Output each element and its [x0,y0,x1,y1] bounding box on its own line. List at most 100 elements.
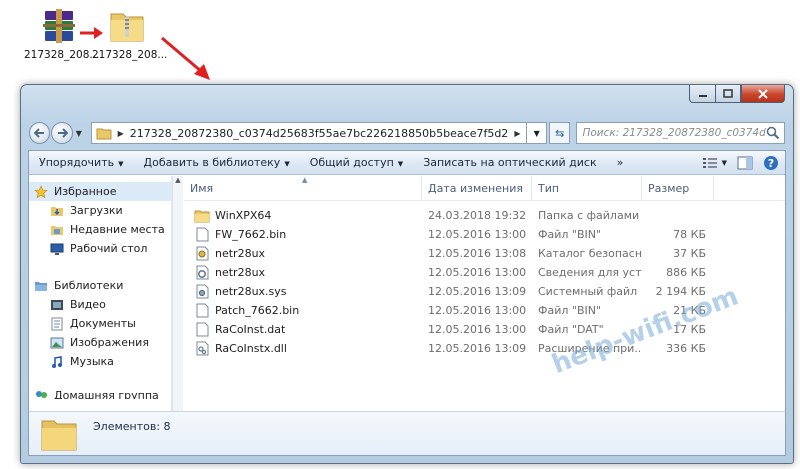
details-pane: Элементов: 8 [29,411,785,455]
folder-icon [194,208,210,223]
documents-icon [49,317,65,331]
chevron-down-icon: ▼ [721,158,727,167]
security-catalog-icon [194,246,210,261]
desktop-icon-folder[interactable]: 217328_208... [92,8,168,61]
file-size: 2 194 КБ [655,285,706,298]
file-name: WinXPX64 [215,209,272,222]
file-list: ▲ Имя Дата изменения Тип Размер WinXPX64… [184,175,785,411]
star-icon [33,184,49,199]
nav-downloads[interactable]: Загрузки [29,201,171,220]
video-icon [49,298,65,312]
view-options-button[interactable]: ▼ [702,157,727,169]
recent-pages-dropdown[interactable]: ▼ [73,129,85,138]
file-icon [194,303,210,318]
file-type: Каталог безопасн... [538,247,642,260]
file-row[interactable]: RaCoInst.dat 12.05.2016 13:00 Файл "DAT"… [184,320,785,339]
nav-favorites-label: Избранное [54,185,117,198]
nav-documents[interactable]: Документы [29,314,171,333]
file-date: 12.05.2016 13:00 [428,228,527,241]
file-size: 37 КБ [673,247,706,260]
file-type: Файл "BIN" [538,228,602,241]
folder-icon [96,128,112,139]
winrar-archive-icon [43,9,75,43]
nav-libraries[interactable]: Библиотеки [29,276,171,295]
file-row[interactable]: netr28ux.sys 12.05.2016 13:09 Системный … [184,282,785,301]
column-header: ▲ Имя Дата изменения Тип Размер [184,175,785,201]
sort-indicator-icon: ▲ [302,176,308,184]
file-name: RaCoInstx.dll [215,342,287,355]
file-date: 12.05.2016 13:00 [428,323,527,336]
folder-icon [41,420,77,450]
share-button[interactable]: Общий доступ ▼ [300,156,413,169]
nav-downloads-label: Загрузки [70,204,123,217]
nav-libraries-label: Библиотеки [54,279,124,292]
preview-pane-button[interactable] [737,156,753,170]
chevron-down-icon: ▼ [284,160,290,168]
file-size: 78 КБ [673,228,706,241]
column-date[interactable]: Дата изменения [422,175,532,201]
nav-desktop[interactable]: Рабочий стол [29,239,171,258]
nav-homegroup[interactable]: Домашняя группа [29,389,171,399]
address-dropdown[interactable]: ▼ [527,122,547,144]
close-button[interactable] [741,85,785,103]
file-size: 886 КБ [666,266,706,279]
file-row[interactable]: FW_7662.bin 12.05.2016 13:00 Файл "BIN" … [184,225,785,244]
burn-label: Записать на оптический диск [423,156,597,169]
file-row[interactable]: Patch_7662.bin 12.05.2016 13:00 Файл "BI… [184,301,785,320]
libraries-icon [33,279,49,293]
forward-button[interactable] [51,122,73,144]
desktop-icon-label: 217328_208... [92,49,168,61]
nav-recent-places[interactable]: Недавние места [29,220,171,239]
column-type[interactable]: Тип [532,175,642,201]
back-button[interactable] [29,122,51,144]
add-to-library-button[interactable]: Добавить в библиотеку ▼ [134,156,300,169]
file-type: Файл "DAT" [538,323,604,336]
setup-info-icon [194,265,210,280]
chevron-down-icon: ▼ [397,160,404,168]
burn-button[interactable]: Записать на оптический диск [413,156,606,169]
command-toolbar: Упорядочить ▼ Добавить в библиотеку ▼ Общи… [29,151,785,175]
refresh-icon: ⇆ [555,126,565,140]
nav-scrollbar[interactable]: ▲ [172,176,183,411]
window-controls [689,85,785,103]
nav-music[interactable]: Музыка [29,352,171,371]
address-bar[interactable]: ▶ 217328_20872380_c0374d25683f55ae7bc226… [90,122,528,144]
file-date: 12.05.2016 13:09 [428,342,527,355]
file-date: 12.05.2016 13:09 [428,285,527,298]
organize-button[interactable]: Упорядочить ▼ [29,156,134,169]
file-icon [194,227,210,242]
recent-places-icon [49,223,65,237]
file-type: Файл "BIN" [538,304,602,317]
breadcrumb-path[interactable]: 217328_20872380_c0374d25683f55ae7bc22621… [130,127,509,140]
help-button[interactable]: ? [763,155,779,171]
file-row[interactable]: RaCoInstx.dll 12.05.2016 13:09 Расширени… [184,339,785,358]
preview-pane-icon [737,156,753,169]
system-file-icon [194,284,210,299]
nav-videos[interactable]: Видео [29,295,171,314]
minimize-button[interactable] [689,85,715,103]
organize-label: Упорядочить [39,156,115,169]
search-icon [766,126,780,140]
file-row[interactable]: netr28ux 12.05.2016 13:08 Каталог безопа… [184,244,785,263]
nav-pictures[interactable]: Изображения [29,333,171,352]
nav-favorites[interactable]: Избранное [29,182,171,201]
chevron-down-icon: ▼ [118,160,124,168]
search-placeholder: Поиск: 217328_20872380_c0374d25683... [582,127,766,139]
maximize-button[interactable] [715,85,741,103]
file-size: 21 КБ [673,304,706,317]
file-name: RaCoInst.dat [215,323,286,336]
nav-pictures-label: Изображения [70,336,149,349]
file-date: 12.05.2016 13:00 [428,266,527,279]
address-row: ▼ ▶ 217328_20872380_c0374d25683f55ae7bc2… [29,119,785,147]
dll-file-icon [194,341,210,356]
file-row[interactable]: WinXPX64 24.03.2018 19:32 Папка с файлам… [184,206,785,225]
file-size: 336 КБ [666,342,706,355]
more-commands-button[interactable]: » [607,156,634,169]
maximize-icon [723,89,733,98]
file-date: 12.05.2016 13:00 [428,304,527,317]
scroll-up-icon[interactable]: ▲ [173,176,183,188]
search-input[interactable]: Поиск: 217328_20872380_c0374d25683... [576,122,785,144]
column-size[interactable]: Размер [642,175,714,201]
refresh-button[interactable]: ⇆ [548,122,571,144]
file-row[interactable]: netr28ux 12.05.2016 13:00 Сведения для у… [184,263,785,282]
